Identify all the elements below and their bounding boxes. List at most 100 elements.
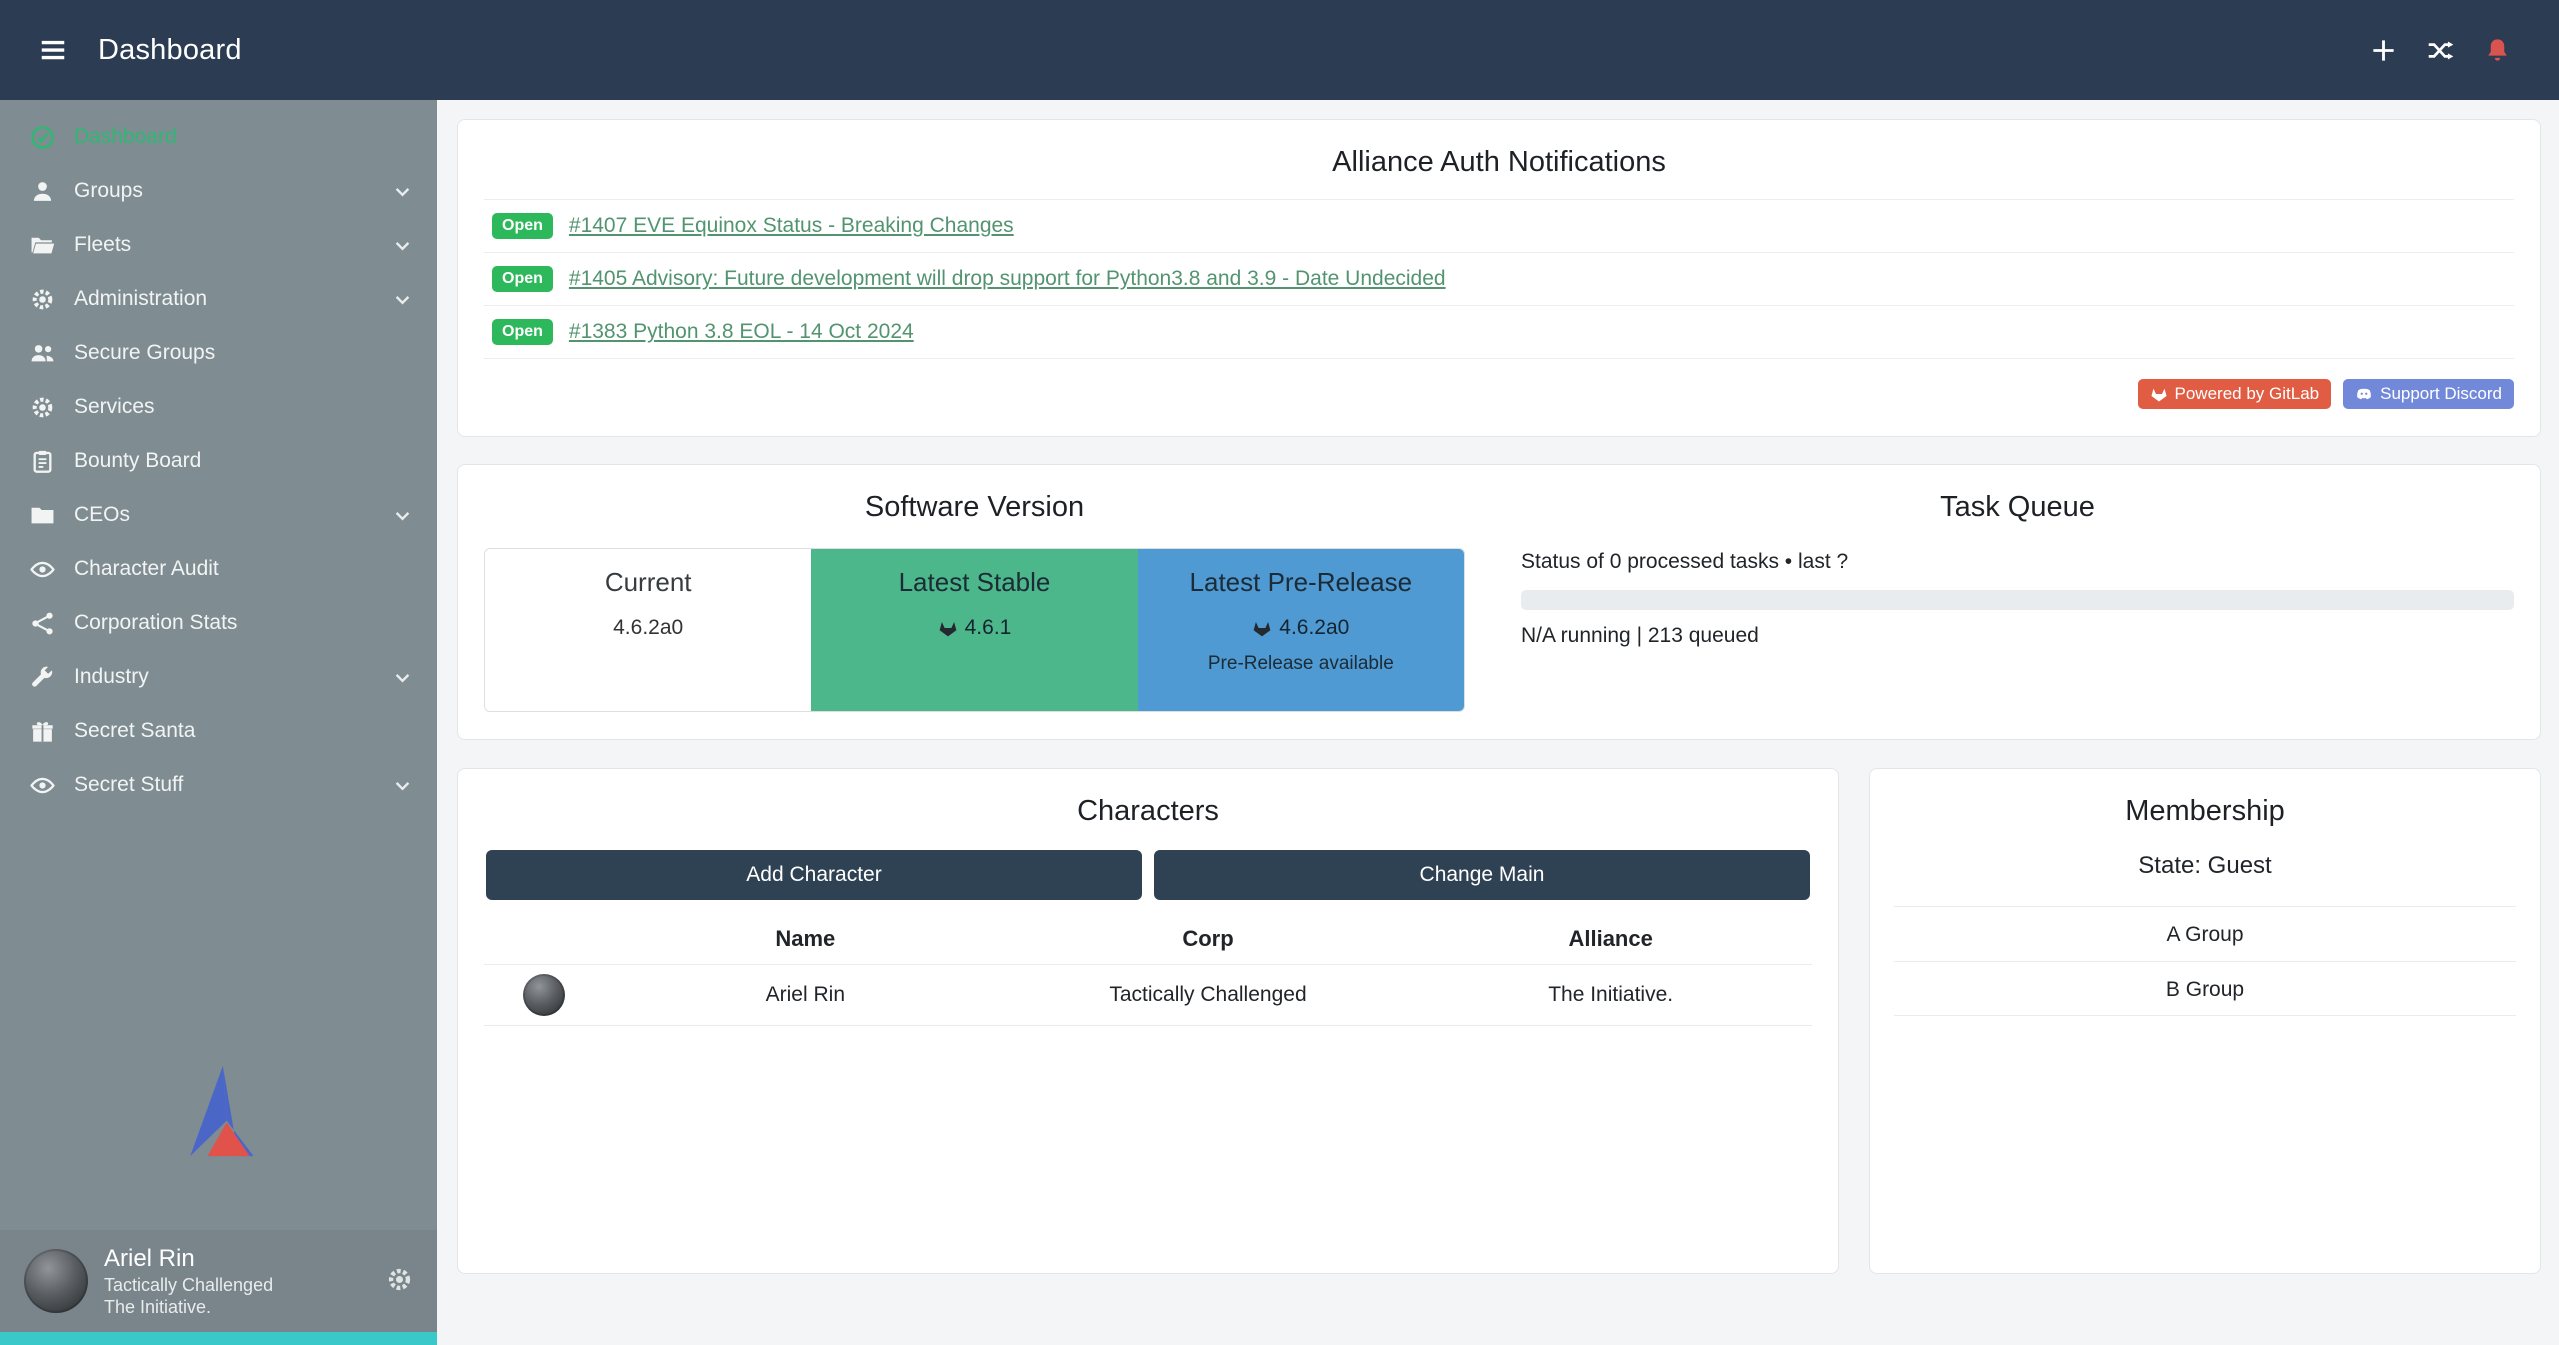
powered-by-gitlab-badge[interactable]: Powered by GitLab bbox=[2138, 379, 2332, 409]
notification-link[interactable]: #1405 Advisory: Future development will … bbox=[569, 267, 1446, 291]
share-nodes-icon bbox=[30, 611, 55, 636]
characters-card: Characters Add Character Change Main Nam… bbox=[457, 768, 1839, 1274]
gitlab-icon bbox=[2150, 385, 2168, 403]
version-prerelease: Latest Pre-Release 4.6.2a0 Pre-Release a… bbox=[1138, 549, 1464, 711]
notifications-card: Alliance Auth Notifications Open #1407 E… bbox=[457, 119, 2541, 437]
notification-row: Open #1407 EVE Equinox Status - Breaking… bbox=[484, 199, 2514, 252]
menu-icon bbox=[38, 35, 68, 65]
initiative-logo-icon bbox=[171, 1063, 267, 1159]
sidebar-item-fleets[interactable]: Fleets bbox=[0, 218, 437, 272]
support-discord-badge[interactable]: Support Discord bbox=[2343, 379, 2514, 409]
user-corp: Tactically Challenged bbox=[104, 1274, 273, 1297]
main-content: Alliance Auth Notifications Open #1407 E… bbox=[437, 100, 2559, 1345]
change-main-button[interactable]: Change Main bbox=[1154, 850, 1810, 900]
version-label: Latest Stable bbox=[811, 567, 1137, 598]
notification-row: Open #1383 Python 3.8 EOL - 14 Oct 2024 bbox=[484, 305, 2514, 359]
software-version-section: Software Version Current 4.6.2a0 Latest … bbox=[484, 481, 1499, 723]
discord-icon bbox=[2355, 385, 2373, 403]
page-title: Dashboard bbox=[98, 34, 242, 67]
user-settings-button[interactable] bbox=[386, 1266, 413, 1296]
character-corp: Tactically Challenged bbox=[1007, 983, 1410, 1007]
notification-link[interactable]: #1407 EVE Equinox Status - Breaking Chan… bbox=[569, 214, 1014, 238]
sidebar-item-groups[interactable]: Groups bbox=[0, 164, 437, 218]
chevron-down-icon bbox=[392, 289, 413, 310]
chevron-down-icon bbox=[392, 505, 413, 526]
sidebar-item-label: Secret Stuff bbox=[74, 773, 183, 797]
folder-icon bbox=[30, 503, 55, 528]
alliance-logo bbox=[171, 1063, 267, 1164]
notification-link[interactable]: #1383 Python 3.8 EOL - 14 Oct 2024 bbox=[569, 320, 914, 344]
prerelease-note: Pre-Release available bbox=[1138, 653, 1464, 675]
shuffle-button[interactable] bbox=[2419, 29, 2462, 72]
task-queue-section: Task Queue Status of 0 processed tasks •… bbox=[1499, 481, 2514, 723]
task-queue-counts: N/A running | 213 queued bbox=[1521, 624, 2514, 648]
sidebar-item-label: Industry bbox=[74, 665, 149, 689]
bell-icon bbox=[2484, 37, 2511, 64]
add-button[interactable] bbox=[2362, 29, 2405, 72]
sidebar-item-administration[interactable]: Administration bbox=[0, 272, 437, 326]
notifications-bell-button[interactable] bbox=[2476, 29, 2519, 72]
sidebar-item-label: Bounty Board bbox=[74, 449, 201, 473]
sidebar-item-secret-stuff[interactable]: Secret Stuff bbox=[0, 758, 437, 812]
clipboard-icon bbox=[30, 449, 55, 474]
sidebar-bottom-strip bbox=[0, 1332, 437, 1345]
gift-icon bbox=[30, 719, 55, 744]
version-box: Current 4.6.2a0 Latest Stable 4.6.1 Late… bbox=[484, 548, 1465, 712]
eye-icon bbox=[30, 557, 55, 582]
sidebar-item-label: CEOs bbox=[74, 503, 130, 527]
group-row: A Group bbox=[1894, 906, 2516, 961]
status-badge: Open bbox=[492, 319, 553, 345]
version-stable: Latest Stable 4.6.1 bbox=[811, 549, 1137, 711]
plus-icon bbox=[2370, 37, 2397, 64]
gitlab-badge-label: Powered by GitLab bbox=[2175, 384, 2320, 404]
status-badge: Open bbox=[492, 213, 553, 239]
character-alliance: The Initiative. bbox=[1409, 983, 1812, 1007]
folder-open-icon bbox=[30, 233, 55, 258]
user-avatar bbox=[24, 1249, 88, 1313]
users-icon bbox=[30, 341, 55, 366]
bottom-row: Characters Add Character Change Main Nam… bbox=[457, 768, 2541, 1274]
top-navbar: Dashboard bbox=[0, 0, 2559, 100]
group-row: B Group bbox=[1894, 961, 2516, 1016]
gear-icon bbox=[386, 1266, 413, 1293]
task-queue-title: Task Queue bbox=[1521, 491, 2514, 524]
user-name: Ariel Rin bbox=[104, 1244, 273, 1274]
sidebar-item-dashboard[interactable]: Dashboard bbox=[0, 110, 437, 164]
sidebar-item-corporation-stats[interactable]: Corporation Stats bbox=[0, 596, 437, 650]
characters-actions: Add Character Change Main bbox=[486, 850, 1810, 900]
sidebar: Dashboard Groups Fleets Administration S… bbox=[0, 100, 437, 1345]
sidebar-item-label: Groups bbox=[74, 179, 143, 203]
sidebar-item-secret-santa[interactable]: Secret Santa bbox=[0, 704, 437, 758]
version-label: Current bbox=[485, 567, 811, 598]
characters-table-header: Name Corp Alliance bbox=[484, 914, 1812, 964]
chevron-down-icon bbox=[392, 181, 413, 202]
sidebar-item-industry[interactable]: Industry bbox=[0, 650, 437, 704]
membership-card: Membership State: Guest A Group B Group bbox=[1869, 768, 2541, 1274]
menu-button[interactable] bbox=[30, 27, 76, 73]
membership-title: Membership bbox=[1894, 795, 2516, 828]
sidebar-item-label: Dashboard bbox=[74, 125, 177, 149]
chevron-down-icon bbox=[392, 235, 413, 256]
add-character-button[interactable]: Add Character bbox=[486, 850, 1142, 900]
character-avatar-cell bbox=[484, 974, 604, 1016]
sidebar-item-services[interactable]: Services bbox=[0, 380, 437, 434]
notifications-list: Open #1407 EVE Equinox Status - Breaking… bbox=[484, 199, 2514, 359]
gitlab-icon bbox=[938, 618, 958, 638]
membership-state: State: Guest bbox=[1894, 852, 2516, 880]
chevron-down-icon bbox=[392, 775, 413, 796]
sidebar-item-label: Fleets bbox=[74, 233, 131, 257]
sidebar-item-label: Corporation Stats bbox=[74, 611, 237, 635]
sidebar-item-label: Character Audit bbox=[74, 557, 219, 581]
user-panel: Ariel Rin Tactically Challenged The Init… bbox=[0, 1230, 437, 1332]
sidebar-item-ceos[interactable]: CEOs bbox=[0, 488, 437, 542]
discord-badge-label: Support Discord bbox=[2380, 384, 2502, 404]
status-card: Software Version Current 4.6.2a0 Latest … bbox=[457, 464, 2541, 740]
sidebar-item-label: Secret Santa bbox=[74, 719, 195, 743]
sidebar-item-character-audit[interactable]: Character Audit bbox=[0, 542, 437, 596]
shuffle-icon bbox=[2427, 37, 2454, 64]
chevron-down-icon bbox=[392, 667, 413, 688]
column-header-name: Name bbox=[604, 926, 1007, 952]
sidebar-item-bounty-board[interactable]: Bounty Board bbox=[0, 434, 437, 488]
sidebar-item-secure-groups[interactable]: Secure Groups bbox=[0, 326, 437, 380]
version-value: 4.6.2a0 bbox=[613, 616, 683, 640]
